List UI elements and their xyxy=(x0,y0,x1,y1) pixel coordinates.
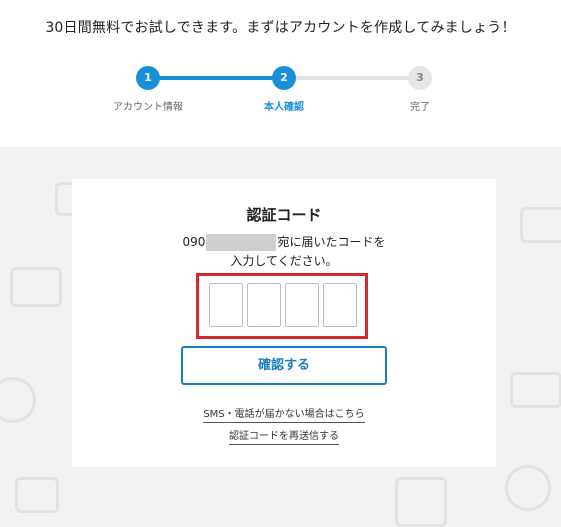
redacted-phone-number xyxy=(206,234,277,251)
creditcard-decoration-icon xyxy=(510,372,561,408)
step-1-circle: 1 xyxy=(136,66,160,90)
step-2-label: 本人確認 xyxy=(264,102,304,113)
step-3-circle: 3 xyxy=(408,66,432,90)
camera-decoration-icon xyxy=(10,267,62,307)
card-title: 認証コード xyxy=(246,206,322,224)
verification-message: 090 宛に届いたコードを 入力してください。 xyxy=(72,233,496,271)
step-3-label: 完了 xyxy=(410,102,430,113)
verification-card: 認証コード 090 宛に届いたコードを 入力してください。 確認する SMS・電… xyxy=(72,179,496,467)
step-1-label: アカウント情報 xyxy=(113,102,183,113)
stepper-progress-bar-done xyxy=(148,76,284,80)
code-digit-3-input[interactable] xyxy=(285,283,319,327)
code-digit-2-input[interactable] xyxy=(247,283,281,327)
resend-link-row: 認証コードを再送信する xyxy=(72,427,496,445)
stepper-progress-bar-pending xyxy=(284,76,420,80)
resend-code-link[interactable]: 認証コードを再送信する xyxy=(229,431,339,445)
page-headline: 30日間無料でお試しできます。まずはアカウントを作成してみましょう！ xyxy=(45,20,516,36)
monitor-decoration-icon xyxy=(520,207,561,243)
message-line-2: 入力してください。 xyxy=(230,254,338,268)
step-2-circle: 2 xyxy=(272,66,296,90)
code-digit-4-input[interactable] xyxy=(323,283,357,327)
coupon-decoration-icon xyxy=(395,477,447,527)
code-digit-1-input[interactable] xyxy=(209,283,243,327)
header-area: 30日間無料でお試しできます。まずはアカウントを作成してみましょう！ 1 2 3… xyxy=(0,0,561,147)
gift-decoration-icon xyxy=(505,465,551,511)
progress-stepper: 1 2 3 アカウント情報 本人確認 完了 xyxy=(0,66,561,116)
sms-help-link[interactable]: SMS・電話が届かない場合はこちら xyxy=(203,409,365,423)
confirm-button[interactable]: 確認する xyxy=(181,346,387,385)
phone-prefix: 090 xyxy=(182,235,206,249)
message-suffix: 宛に届いたコードを xyxy=(277,235,386,249)
circle-decoration-icon xyxy=(0,377,36,423)
cart-decoration-icon xyxy=(15,477,59,513)
sms-help-link-row: SMS・電話が届かない場合はこちら xyxy=(72,405,496,423)
